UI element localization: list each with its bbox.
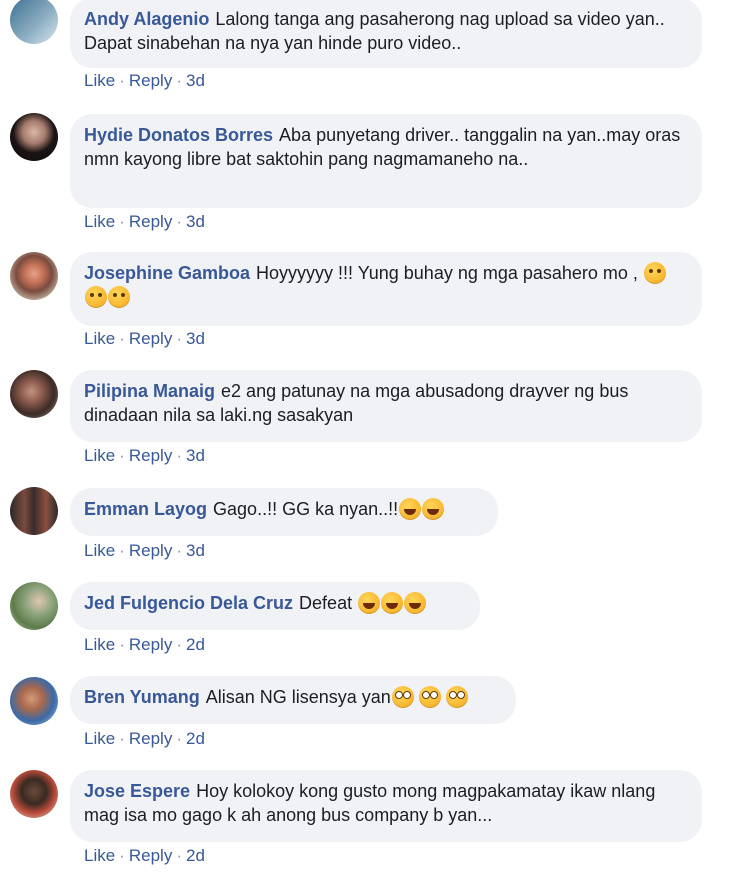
separator: · (176, 212, 182, 231)
comment-bubble: Bren Yumang Alisan NG lisensya yan (70, 676, 516, 724)
comment-text: Alisan NG lisensya yan (205, 687, 391, 707)
comment-author[interactable]: Jose Espere (84, 781, 190, 801)
comment-actions: Like · Reply · 2d (84, 846, 205, 866)
comment-bubble: Hydie Donatos Borres Aba punyetang driver… (70, 114, 702, 208)
separator: · (176, 541, 182, 560)
separator: · (176, 729, 182, 748)
comment-author[interactable]: Andy Alagenio (84, 9, 209, 29)
separator: · (119, 329, 125, 348)
comment-text: Gago..!! GG ka nyan..!! (213, 499, 399, 519)
comment-timestamp[interactable]: 2d (186, 846, 205, 865)
comment-timestamp[interactable]: 2d (186, 729, 205, 748)
rofl-face-icon (422, 498, 445, 520)
like-link[interactable]: Like (84, 729, 115, 748)
flushed-face-icon (445, 686, 468, 708)
comment-timestamp[interactable]: 2d (186, 635, 205, 654)
separator: · (176, 635, 182, 654)
comment-bubble: Emman Layog Gago..!! GG ka nyan..!! (70, 488, 498, 536)
comment-bubble: Pilipina Manaig e2 ang patunay na mga abu… (70, 370, 702, 442)
like-link[interactable]: Like (84, 541, 115, 560)
comment-actions: Like · Reply · 2d (84, 635, 205, 655)
separator: · (119, 212, 125, 231)
comment-author[interactable]: Bren Yumang (84, 687, 200, 707)
flushed-face-icon (418, 686, 441, 708)
comment-timestamp[interactable]: 3d (186, 212, 205, 231)
comment-actions: Like · Reply · 2d (84, 729, 205, 749)
avatar[interactable] (10, 582, 58, 630)
comment-actions: Like · Reply · 3d (84, 212, 205, 232)
reply-link[interactable]: Reply (129, 329, 172, 348)
avatar[interactable] (10, 677, 58, 725)
separator: · (119, 729, 125, 748)
like-link[interactable]: Like (84, 71, 115, 90)
comment-author[interactable]: Jed Fulgencio Dela Cruz (84, 593, 293, 613)
angry-face-icon (108, 286, 130, 308)
comment-bubble: Jose Espere Hoy kolokoy kong gusto mong m… (70, 770, 702, 842)
like-link[interactable]: Like (84, 329, 115, 348)
tears-of-joy-face-icon (381, 592, 404, 614)
angry-face-icon (643, 262, 666, 284)
comment-actions: Like · Reply · 3d (84, 329, 205, 349)
comment-timestamp[interactable]: 3d (186, 446, 205, 465)
tears-of-joy-face-icon (358, 592, 381, 614)
separator: · (119, 541, 125, 560)
comment-actions: Like · Reply · 3d (84, 446, 205, 466)
comment-bubble: Andy Alagenio Lalong tanga ang pasaherong… (70, 0, 702, 68)
like-link[interactable]: Like (84, 635, 115, 654)
comment-timestamp[interactable]: 3d (186, 71, 205, 90)
avatar[interactable] (10, 487, 58, 535)
like-link[interactable]: Like (84, 846, 115, 865)
comment-timestamp[interactable]: 3d (186, 541, 205, 560)
rofl-face-icon (399, 498, 422, 520)
reply-link[interactable]: Reply (129, 541, 172, 560)
separator: · (176, 846, 182, 865)
separator: · (119, 71, 125, 90)
comment-bubble: Jed Fulgencio Dela Cruz Defeat (70, 582, 480, 630)
reply-link[interactable]: Reply (129, 212, 172, 231)
separator: · (176, 446, 182, 465)
avatar[interactable] (10, 113, 58, 161)
comment-actions: Like · Reply · 3d (84, 71, 205, 91)
comment-author[interactable]: Hydie Donatos Borres (84, 125, 273, 145)
reply-link[interactable]: Reply (129, 729, 172, 748)
comment-author[interactable]: Josephine Gamboa (84, 263, 250, 283)
separator: · (176, 71, 182, 90)
avatar[interactable] (10, 770, 58, 818)
comment-text: Hoyyyyyy !!! Yung buhay ng mga pasahero … (256, 263, 643, 283)
reply-link[interactable]: Reply (129, 71, 172, 90)
comment-bubble: Josephine Gamboa Hoyyyyyy !!! Yung buhay … (70, 252, 702, 326)
comment-author[interactable]: Pilipina Manaig (84, 381, 215, 401)
tears-of-joy-face-icon (404, 592, 427, 614)
comment-timestamp[interactable]: 3d (186, 329, 205, 348)
flushed-face-icon (391, 686, 414, 708)
avatar[interactable] (10, 0, 58, 44)
reply-link[interactable]: Reply (129, 446, 172, 465)
like-link[interactable]: Like (84, 446, 115, 465)
comment-author[interactable]: Emman Layog (84, 499, 207, 519)
angry-face-icon (85, 286, 107, 308)
comment-text: Defeat (299, 593, 358, 613)
separator: · (119, 635, 125, 654)
separator: · (119, 846, 125, 865)
separator: · (176, 329, 182, 348)
reply-link[interactable]: Reply (129, 846, 172, 865)
comment-actions: Like · Reply · 3d (84, 541, 205, 561)
avatar[interactable] (10, 370, 58, 418)
separator: · (119, 446, 125, 465)
reply-link[interactable]: Reply (129, 635, 172, 654)
like-link[interactable]: Like (84, 212, 115, 231)
avatar[interactable] (10, 252, 58, 300)
